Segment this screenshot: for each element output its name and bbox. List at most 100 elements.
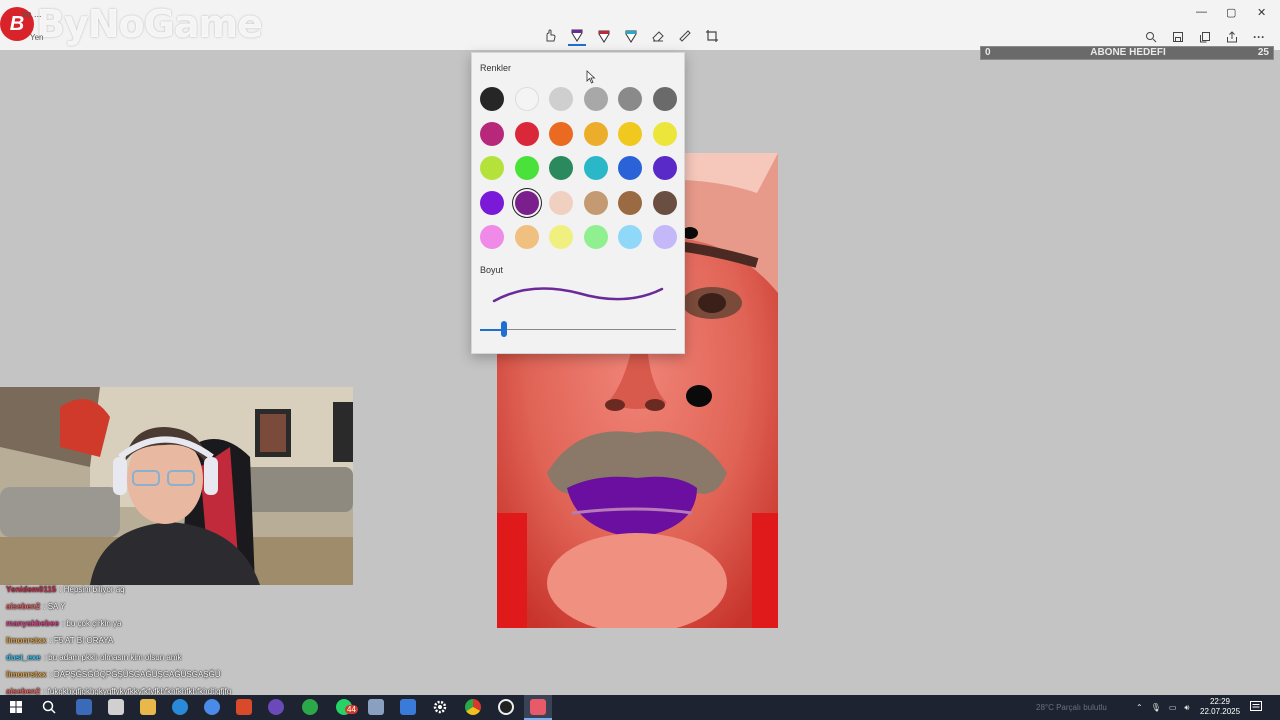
color-swatch[interactable] bbox=[549, 190, 573, 215]
color-swatch[interactable] bbox=[514, 87, 539, 111]
settings-gear-icon[interactable] bbox=[432, 699, 448, 715]
chat-message: limonrstxx: DAPŞĞSĞÖQPĞŞÜSGAĞÜŞGAĞÜSGAŞĞ… bbox=[6, 670, 221, 679]
file-explorer-icon[interactable] bbox=[140, 699, 156, 715]
chat-username: limonrstxx bbox=[6, 636, 47, 645]
size-slider-track[interactable] bbox=[480, 329, 676, 330]
share-icon[interactable] bbox=[1223, 27, 1241, 47]
clock-date: 22.07.2025 bbox=[1200, 707, 1241, 716]
ballpoint-pen-icon[interactable] bbox=[568, 26, 586, 46]
chat-username: Yenidem0115 bbox=[6, 585, 57, 594]
chat-message: aiseben2: SA Y bbox=[6, 602, 65, 611]
edge-icon[interactable] bbox=[172, 699, 188, 715]
color-swatch[interactable] bbox=[652, 121, 677, 146]
pencil-icon[interactable] bbox=[595, 26, 613, 46]
chat-text: : bu çok çirkin ya bbox=[61, 619, 122, 628]
app6-icon[interactable] bbox=[368, 699, 384, 715]
streamer-webcam bbox=[0, 387, 353, 585]
color-swatch[interactable] bbox=[514, 190, 539, 215]
volume-icon[interactable]: 🔊︎ bbox=[1184, 703, 1189, 713]
app-icon[interactable] bbox=[108, 699, 124, 715]
window-subtitle: Yen bbox=[30, 33, 44, 42]
chevron-up-icon[interactable]: ⌃ bbox=[1136, 703, 1143, 712]
subscriber-goal-bar: 0 ABONE HEDEFI 25 bbox=[980, 46, 1274, 60]
color-swatch[interactable] bbox=[480, 87, 504, 111]
app2-icon[interactable] bbox=[204, 699, 220, 715]
color-swatch[interactable] bbox=[549, 156, 573, 180]
color-swatch[interactable] bbox=[549, 225, 573, 249]
minimize-button[interactable]: — bbox=[1196, 6, 1207, 18]
chat-username: limonrstxx bbox=[6, 670, 47, 679]
color-swatch[interactable] bbox=[652, 225, 677, 249]
color-swatch[interactable] bbox=[618, 190, 642, 215]
microphone-icon[interactable]: 🎙︎ bbox=[1151, 703, 1161, 712]
window-actions: ··· bbox=[1142, 27, 1268, 47]
goal-target: 25 bbox=[1257, 47, 1269, 58]
color-swatch[interactable] bbox=[583, 190, 608, 215]
clock-time: 22:29 bbox=[1209, 697, 1231, 706]
obs-icon[interactable] bbox=[498, 699, 514, 715]
highlighter-icon[interactable] bbox=[622, 26, 640, 46]
color-swatch[interactable] bbox=[652, 190, 677, 215]
size-label: Boyut bbox=[480, 265, 504, 275]
taskview-icon[interactable] bbox=[76, 699, 92, 715]
calculator-icon[interactable] bbox=[400, 699, 416, 715]
notification-icon[interactable] bbox=[1250, 701, 1262, 713]
ruler-icon[interactable] bbox=[676, 26, 694, 46]
webcam-feed bbox=[0, 387, 353, 585]
color-swatch[interactable] bbox=[514, 225, 539, 249]
color-swatch[interactable] bbox=[514, 156, 539, 180]
app5-icon[interactable] bbox=[302, 699, 318, 715]
stroke-preview bbox=[492, 287, 664, 303]
chat-text: : F5 AT BI ORAYA bbox=[49, 636, 114, 645]
color-swatch[interactable] bbox=[480, 225, 504, 249]
color-swatch[interactable] bbox=[652, 156, 677, 180]
crop-icon[interactable] bbox=[703, 26, 721, 46]
more-icon[interactable]: ··· bbox=[1250, 27, 1268, 47]
save-icon[interactable] bbox=[1169, 27, 1187, 47]
logo-text: ByNoGame bbox=[36, 2, 263, 46]
chat-username: manyakbebee bbox=[6, 619, 59, 628]
search-icon[interactable] bbox=[42, 700, 56, 714]
color-swatch[interactable] bbox=[583, 225, 608, 249]
taskbar-clock[interactable]: 22:29 22.07.2025 bbox=[1200, 697, 1240, 717]
color-swatch[interactable] bbox=[618, 225, 642, 249]
zoom-icon[interactable] bbox=[1142, 27, 1160, 47]
close-button[interactable]: ✕ bbox=[1257, 6, 1266, 19]
color-swatch[interactable] bbox=[480, 121, 504, 146]
color-swatch[interactable] bbox=[618, 121, 642, 146]
color-swatch[interactable] bbox=[514, 121, 539, 146]
touch-writing-icon[interactable] bbox=[541, 26, 559, 46]
windows-start-icon[interactable] bbox=[10, 701, 22, 713]
color-swatch[interactable] bbox=[618, 156, 642, 180]
chat-message: limonrstxx: F5 AT BI ORAYA bbox=[6, 636, 113, 645]
color-swatch[interactable] bbox=[583, 87, 608, 111]
chat-text: : SA Y bbox=[43, 602, 66, 611]
size-slider-thumb[interactable] bbox=[501, 321, 507, 337]
color-swatch[interactable] bbox=[652, 87, 677, 111]
app4-icon[interactable] bbox=[268, 699, 284, 715]
window-title: ve ... bbox=[22, 9, 42, 19]
app3-icon[interactable] bbox=[236, 699, 252, 715]
mouse-cursor-icon bbox=[586, 70, 596, 84]
color-swatch[interactable] bbox=[618, 87, 642, 111]
maximize-button[interactable]: ▢ bbox=[1226, 6, 1236, 19]
chat-username: dust_exe bbox=[6, 653, 41, 662]
chat-text: : DAPŞĞSĞÖQPĞŞÜSGAĞÜŞGAĞÜSGAŞĞÜ bbox=[49, 670, 221, 679]
color-swatch[interactable] bbox=[583, 156, 608, 180]
copy-icon[interactable] bbox=[1196, 27, 1214, 47]
network-icon[interactable]: ▭ bbox=[1169, 703, 1177, 712]
chat-username: aiseben2 bbox=[6, 602, 41, 611]
weather-widget[interactable]: 28°C Parçalı bulutlu bbox=[1036, 695, 1107, 720]
eraser-icon[interactable] bbox=[649, 26, 667, 46]
color-swatch[interactable] bbox=[549, 87, 573, 111]
chat-message: Yenidem0115: Hepsini biliyor aq bbox=[6, 585, 125, 594]
chrome-icon[interactable] bbox=[465, 699, 481, 715]
paint-app-icon[interactable] bbox=[530, 699, 546, 715]
taskbar: 44 28°C Parçalı bulutlu ⌃ 🎙︎ ▭ 🔊︎ 22:29 … bbox=[0, 695, 1280, 720]
color-swatch[interactable] bbox=[480, 156, 504, 180]
color-swatch[interactable] bbox=[549, 121, 573, 146]
color-swatch[interactable] bbox=[583, 121, 608, 146]
drawing-toolbar bbox=[541, 26, 721, 46]
title-bar: B ByNoGame ve ... Yen ··· — ▢ ✕ bbox=[0, 0, 1280, 50]
color-swatch[interactable] bbox=[480, 190, 504, 215]
